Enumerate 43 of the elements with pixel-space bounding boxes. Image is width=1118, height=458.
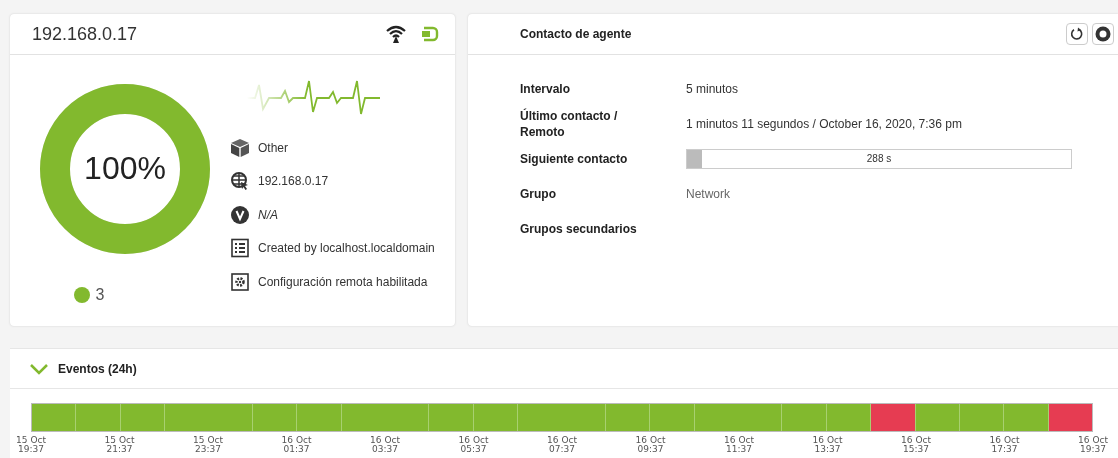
field-label: Grupo [520,185,557,203]
time-label: 16 Oct 01:37 [280,436,313,454]
time-label: 15 Oct 19:37 [15,436,47,454]
list-icon [230,238,250,259]
record-button[interactable] [1092,23,1114,45]
time-label: 15 Oct 21:37 [103,436,136,454]
detail-text: Created by localhost.localdomain [258,241,435,256]
refresh-icon [1070,27,1084,41]
field-label: Siguiente contacto [520,150,629,168]
wifi-icon [385,24,407,44]
plug-icon [421,26,439,42]
record-icon [1095,26,1111,42]
field-value: 1 minutos 11 segundos / October 16, 2020, 7:36 pm [686,116,962,131]
time-label: 16 Oct 19:37 [1077,436,1109,454]
time-label: 16 Oct 15:37 [900,436,932,454]
detail-text: 192.168.0.17 [258,174,329,189]
percent-value: 100% [83,150,167,187]
time-label: 16 Oct 13:37 [811,436,844,454]
time-label: 16 Oct 09:37 [634,436,667,454]
time-label: 15 Oct 23:37 [192,436,224,454]
time-label: 16 Oct 03:37 [369,436,401,454]
field-value: 5 minutos [686,81,739,96]
version-icon [230,204,250,225]
globe-icon [230,171,250,192]
time-label: 16 Oct 17:37 [988,436,1021,454]
field-label: Grupos secundarios [520,220,638,238]
status-count: 3 [95,286,105,304]
detail-text: Configuración remota habilitada [258,274,428,289]
detail-text: Other [258,140,288,155]
agent-title: 192.168.0.17 [32,23,139,45]
refresh-button[interactable] [1066,23,1088,45]
field-value: Network [686,186,730,201]
progress-text: 288 s [865,152,893,164]
detail-text: N/A [258,207,278,222]
time-label: 16 Oct 11:37 [723,436,755,454]
field-label: Último contacto / Remoto [520,107,619,141]
time-label: 16 Oct 05:37 [457,436,490,454]
settings-icon [230,271,250,292]
panel-title: Contacto de agente [520,27,633,41]
cube-icon [230,137,250,158]
time-label: 16 Oct 07:37 [546,436,578,454]
section-title: Eventos (24h) [58,361,137,376]
field-label: Intervalo [520,80,571,98]
